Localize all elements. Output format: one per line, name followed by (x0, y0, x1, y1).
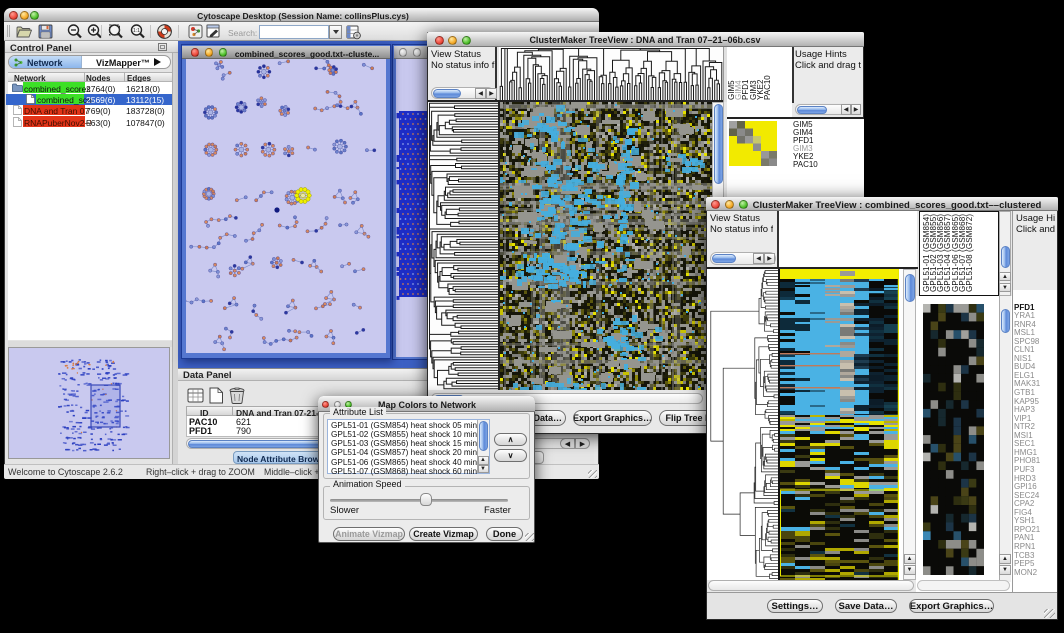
svg-text:1:1: 1:1 (133, 28, 140, 34)
